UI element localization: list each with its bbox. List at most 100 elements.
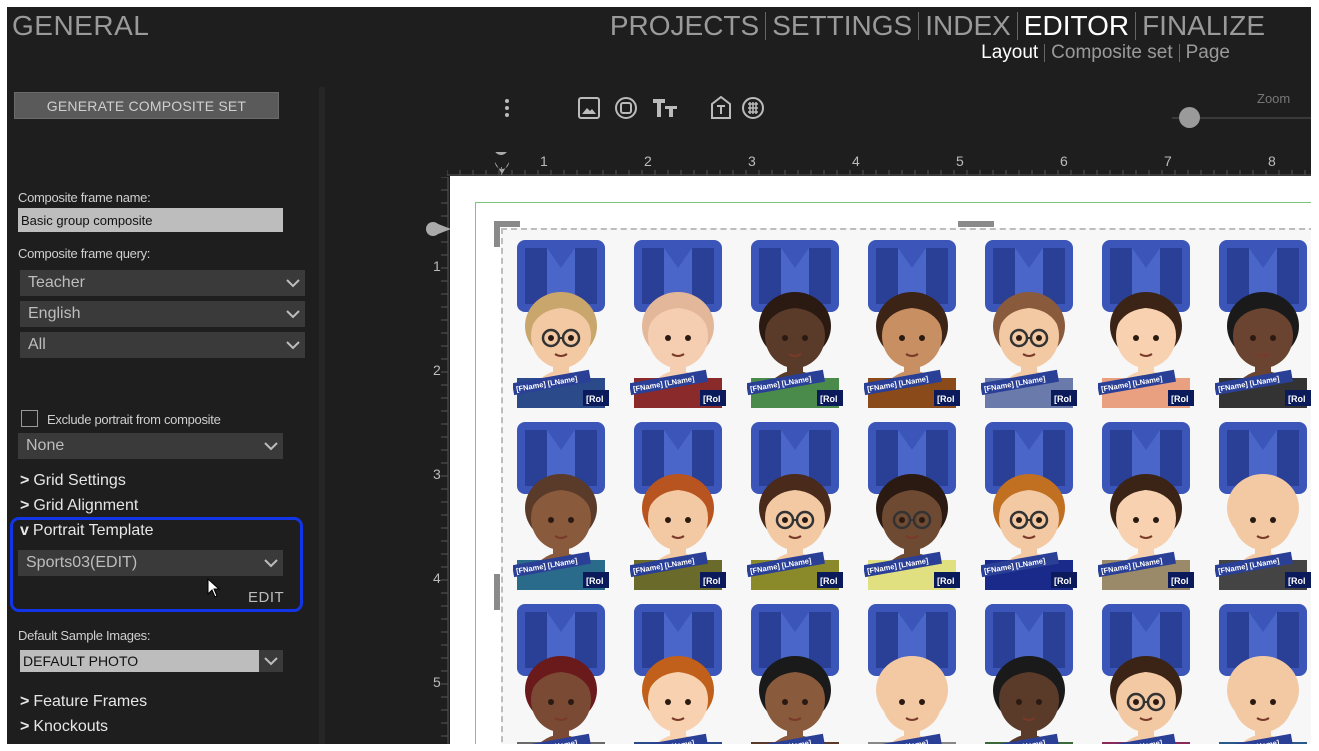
subnav-composite-set[interactable]: Composite set <box>1045 42 1178 64</box>
portrait-placeholder[interactable]: [FName] [LName] [Rol <box>630 420 726 590</box>
more-vertical-icon[interactable] <box>495 96 519 120</box>
knockouts-section[interactable]: > Knockouts <box>20 718 108 736</box>
svg-text:[Rol: [Rol <box>937 394 955 404</box>
nav-projects[interactable]: PROJECTS <box>604 10 765 42</box>
grid-frame-icon[interactable] <box>741 96 765 120</box>
portrait-placeholder[interactable]: [FName] [LName] [Rol <box>981 602 1077 744</box>
nav-editor[interactable]: EDITOR <box>1018 10 1135 42</box>
portrait-placeholder[interactable]: [FName] [LName] [Rol <box>513 602 609 744</box>
chevron-down-icon <box>286 279 300 288</box>
chevron-down-icon <box>286 310 300 319</box>
collapsed-arrow-icon: > <box>20 472 30 489</box>
ruler-h-label: 2 <box>644 153 652 169</box>
grid-settings-label: Grid Settings <box>33 472 126 489</box>
knockouts-label: Knockouts <box>33 718 109 735</box>
svg-text:[Rol: [Rol <box>586 576 604 586</box>
portrait-placeholder[interactable]: [FName] [LName] [Rol <box>513 420 609 590</box>
sample-images-label: Default Sample Images: <box>18 628 151 643</box>
query-dropdown-role-value: Teacher <box>28 274 85 291</box>
zoom-slider-thumb[interactable] <box>1178 107 1200 128</box>
svg-text:[Rol: [Rol <box>703 394 721 404</box>
nav-index[interactable]: INDEX <box>919 10 1017 42</box>
section-title: GENERAL <box>12 10 150 41</box>
vertical-ruler: 1 2 3 4 5 <box>433 177 449 744</box>
ruler-h-label: 4 <box>852 153 860 169</box>
ruler-v-label: 5 <box>433 674 441 690</box>
portrait-placeholder[interactable]: [FName] [LName] [Rol <box>864 238 960 408</box>
portrait-placeholder[interactable]: [FName] [LName] [Rol <box>981 420 1077 590</box>
sample-images-dropdown-toggle[interactable] <box>259 650 283 672</box>
sample-images-value: DEFAULT PHOTO <box>23 653 139 669</box>
template-text-icon[interactable] <box>709 96 733 120</box>
grid-alignment-section[interactable]: > Grid Alignment <box>20 497 138 515</box>
chevron-down-icon <box>264 442 278 451</box>
ruler-h-label: 1 <box>540 153 548 169</box>
nav-settings[interactable]: SETTINGS <box>766 10 918 42</box>
portrait-placeholder[interactable]: [FName] [LName] [Rol <box>747 420 843 590</box>
portrait-placeholder[interactable]: [FName] [LName] [Rol <box>747 602 843 744</box>
zoom-label: Zoom <box>1257 91 1291 106</box>
portrait-placeholder[interactable]: [FName] [LName] [Rol <box>747 238 843 408</box>
query-dropdown-scope[interactable]: All <box>20 332 305 358</box>
image-frame-icon[interactable] <box>577 96 601 120</box>
frame-handle[interactable] <box>494 574 500 610</box>
ruler-marker-icon[interactable] <box>495 162 509 174</box>
exclude-portrait-checkbox[interactable] <box>21 410 38 427</box>
main-nav: PROJECTS SETTINGS INDEX EDITOR FINALIZE <box>604 10 1271 42</box>
ruler-v-label: 2 <box>433 362 441 378</box>
composite-frame[interactable]: [FName] [LName] [Rol [FName] [LName] [Ro… <box>501 228 1311 744</box>
frame-handle[interactable] <box>494 221 500 247</box>
text-frame-icon[interactable] <box>651 96 679 120</box>
svg-text:[Rol: [Rol <box>1171 576 1189 586</box>
chevron-down-icon <box>264 657 278 666</box>
subnav-page[interactable]: Page <box>1180 42 1236 64</box>
svg-text:[Rol: [Rol <box>937 576 955 586</box>
feature-frames-section[interactable]: > Feature Frames <box>20 693 147 711</box>
sub-nav: Layout Composite set Page <box>975 42 1236 64</box>
portrait-placeholder[interactable]: [FName] [LName] [Rol <box>1098 420 1194 590</box>
portrait-placeholder[interactable]: [FName] [LName] [Rol <box>981 238 1077 408</box>
ruler-h-label: 6 <box>1060 153 1068 169</box>
ruler-v-label: 3 <box>433 466 441 482</box>
frame-name-input[interactable] <box>18 208 283 232</box>
grid-alignment-label: Grid Alignment <box>33 497 139 514</box>
ruler-v-label: 1 <box>433 258 441 274</box>
portrait-placeholder[interactable]: [FName] [LName] [Rol <box>630 602 726 744</box>
portrait-placeholder[interactable]: [FName] [LName] [Rol <box>630 238 726 408</box>
svg-text:[Rol: [Rol <box>1288 576 1306 586</box>
portrait-placeholder[interactable]: [FName] [LName] [Rol <box>864 420 960 590</box>
panel-divider[interactable] <box>319 87 325 744</box>
svg-text:[Rol: [Rol <box>703 576 721 586</box>
portrait-placeholder[interactable]: [FName] [LName] [Rol <box>1215 420 1311 590</box>
portrait-placeholder[interactable]: [FName] [LName] [Rol <box>1215 602 1311 744</box>
query-dropdown-role[interactable]: Teacher <box>20 270 305 296</box>
collapsed-arrow-icon: > <box>20 693 30 710</box>
grid-settings-section[interactable]: > Grid Settings <box>20 472 126 490</box>
portrait-template-highlight <box>10 517 303 612</box>
svg-text:[Rol: [Rol <box>820 576 838 586</box>
nav-finalize[interactable]: FINALIZE <box>1136 10 1271 42</box>
ruler-h-label: 8 <box>1268 153 1276 169</box>
shape-frame-icon[interactable] <box>614 96 638 120</box>
collapsed-arrow-icon: > <box>20 497 30 514</box>
generate-composite-set-button[interactable]: GENERATE COMPOSITE SET <box>14 92 279 119</box>
ruler-h-label: 5 <box>956 153 964 169</box>
subnav-layout[interactable]: Layout <box>975 42 1044 64</box>
frame-handle[interactable] <box>958 221 994 227</box>
exclude-dropdown[interactable]: None <box>18 433 283 459</box>
portrait-placeholder[interactable]: [FName] [LName] [Rol <box>864 602 960 744</box>
svg-text:[Rol: [Rol <box>1054 394 1072 404</box>
sample-images-dropdown[interactable]: DEFAULT PHOTO <box>20 650 259 672</box>
collapsed-arrow-icon: > <box>20 718 30 735</box>
editor-window: GENERAL PROJECTS SETTINGS INDEX EDITOR F… <box>7 7 1311 744</box>
feature-frames-label: Feature Frames <box>33 693 148 710</box>
frame-name-label: Composite frame name: <box>18 190 151 205</box>
ruler-v-label: 4 <box>433 570 441 586</box>
query-dropdown-subject[interactable]: English <box>20 301 305 327</box>
portrait-placeholder[interactable]: [FName] [LName] [Rol <box>1215 238 1311 408</box>
svg-text:[Rol: [Rol <box>1288 394 1306 404</box>
portrait-placeholder[interactable]: [FName] [LName] [Rol <box>1098 602 1194 744</box>
portrait-placeholder[interactable]: [FName] [LName] [Rol <box>1098 238 1194 408</box>
ruler-marker-icon[interactable] <box>424 220 452 238</box>
portrait-placeholder[interactable]: [FName] [LName] [Rol <box>513 238 609 408</box>
